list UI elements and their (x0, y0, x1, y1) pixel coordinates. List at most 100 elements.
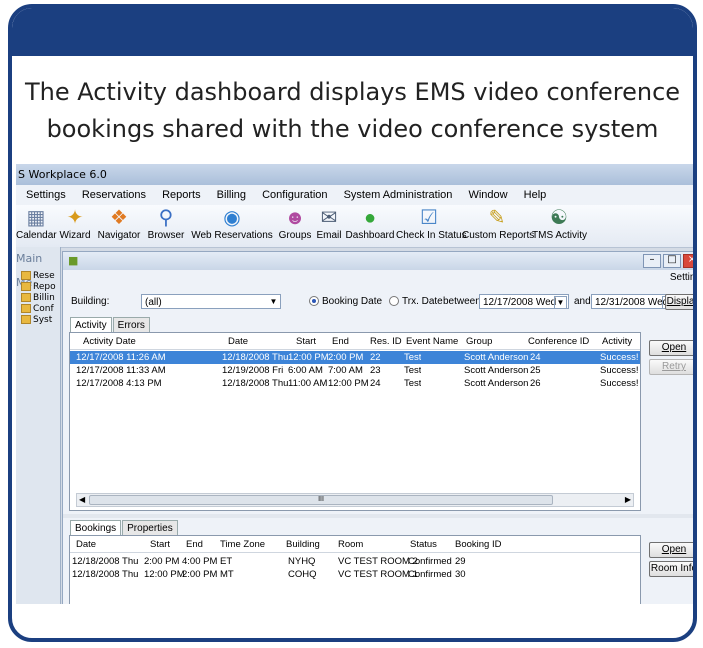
booking-open-button[interactable]: Open (649, 542, 693, 558)
menu-bar: Settings Reservations Reports Billing Co… (16, 185, 693, 205)
col-end[interactable]: End (332, 336, 349, 347)
menu-billing[interactable]: Billing (217, 189, 246, 201)
filter-bar: Building: (all) ▼ Booking Date Trx. Date… (71, 294, 693, 312)
col-building[interactable]: Building (286, 539, 320, 550)
building-label: Building: (71, 296, 110, 307)
activity-row[interactable]: 12/17/2008 4:13 PM 12/18/2008 Thu 11:00 … (70, 377, 640, 390)
menu-window[interactable]: Window (468, 189, 507, 201)
col-activity-date[interactable]: Activity Date (83, 336, 136, 347)
menu-reports[interactable]: Reports (162, 189, 201, 201)
slide-caption: The Activity dashboard displays EMS vide… (12, 74, 693, 148)
main-menu-item-reports[interactable]: Repo (21, 282, 60, 293)
envelope-icon: ✉ (320, 207, 338, 229)
from-date-picker[interactable]: 12/17/2008 Wed ▼ (479, 294, 569, 309)
minimize-button[interactable]: – (643, 254, 661, 268)
activity-open-button[interactable]: Open (649, 340, 693, 356)
main-toolbar: ▦ Calendar ✦ Wizard ❖ Navigator ⚲ Browse… (16, 205, 693, 248)
activity-retry-button[interactable]: Retry (649, 359, 693, 375)
folder-icon (21, 271, 31, 280)
toolbar-tms-activity-button[interactable]: ☯ TMS Activity (532, 205, 587, 247)
activity-grid-header: Activity Date Date Start End Res. ID Eve… (70, 333, 640, 350)
folder-icon (21, 282, 31, 291)
settings-link[interactable]: Setting (670, 272, 693, 283)
activity-row[interactable]: 12/17/2008 11:33 AM 12/19/2008 Fri 6:00 … (70, 364, 640, 377)
toolbar-check-in-status-button[interactable]: ☑ Check In Status (396, 205, 467, 247)
tab-bookings[interactable]: Bookings (70, 520, 122, 536)
trx-date-radio[interactable]: Trx. Date (389, 296, 443, 307)
activity-row[interactable]: 12/17/2008 11:26 AM 12/18/2008 Thu 12:00… (70, 351, 640, 364)
building-select[interactable]: (all) ▼ (141, 294, 281, 309)
scroll-left-arrow-icon[interactable]: ◀ (79, 494, 85, 506)
calendar-icon: ▦ (26, 207, 46, 229)
col-activity[interactable]: Activity (602, 336, 632, 347)
toolbar-custom-reports-button[interactable]: ✎ Custom Reports (462, 205, 534, 247)
col-start[interactable]: Start (296, 336, 316, 347)
toolbar-groups-button[interactable]: ☻ Groups (276, 205, 314, 247)
booking-date-radio[interactable]: Booking Date (309, 296, 382, 307)
scroll-right-arrow-icon[interactable]: ▶ (625, 494, 631, 506)
scroll-thumb[interactable]: III (89, 495, 553, 505)
bookings-grid: Date Start End Time Zone Building Room S… (69, 535, 641, 604)
toolbar-web-reservations-button[interactable]: ◉ Web Reservations (188, 205, 276, 247)
col-time-zone[interactable]: Time Zone (220, 539, 265, 550)
close-button[interactable]: × (683, 254, 693, 268)
checklist-icon: ☑ (420, 207, 438, 229)
child-title-bar: ■ – □ × (63, 252, 693, 270)
main-menu-panel: Main Me Rese Repo Billin Conf Syst (16, 247, 61, 604)
radio-selected-icon (309, 296, 319, 307)
tab-activity[interactable]: Activity (70, 317, 112, 333)
tab-errors[interactable]: Errors (112, 317, 150, 333)
booking-row[interactable]: 12/18/2008 Thu 2:00 PM 4:00 PM ET NYHQ V… (70, 555, 640, 568)
tms-activity-window: ■ –□× Setting Building: (all) ▼ Booking … (62, 251, 693, 604)
folder-icon (21, 315, 31, 324)
booking-row[interactable]: 12/18/2008 Thu 12:00 PM 2:00 PM MT COHQ … (70, 568, 640, 581)
slide-card: The Activity dashboard displays EMS vide… (8, 4, 697, 642)
tms-person-icon: ☯ (550, 207, 568, 229)
main-menu-item-system[interactable]: Syst (21, 315, 60, 326)
menu-system-administration[interactable]: System Administration (344, 189, 453, 201)
col-conference-id[interactable]: Conference ID (528, 336, 589, 347)
col-room[interactable]: Room (338, 539, 363, 550)
globe-icon: ◉ (223, 207, 241, 229)
col-status[interactable]: Status (410, 539, 437, 550)
toolbar-email-button[interactable]: ✉ Email (314, 205, 344, 247)
col-date[interactable]: Date (228, 336, 248, 347)
green-ball-icon: ● (363, 207, 377, 229)
caption-line-2: bookings shared with the video conferenc… (46, 115, 659, 143)
col-booking-id[interactable]: Booking ID (455, 539, 501, 550)
radio-icon (389, 296, 399, 307)
menu-help[interactable]: Help (524, 189, 547, 201)
tab-properties[interactable]: Properties (122, 520, 178, 536)
menu-settings[interactable]: Settings (26, 189, 66, 201)
toolbar-browser-button[interactable]: ⚲ Browser (144, 205, 188, 247)
and-label: and (574, 296, 591, 307)
app-title: S Workplace 6.0 (16, 164, 693, 185)
compass-icon: ❖ (110, 207, 128, 229)
col-date[interactable]: Date (76, 539, 96, 550)
col-group[interactable]: Group (466, 336, 492, 347)
menu-configuration[interactable]: Configuration (262, 189, 327, 201)
col-end[interactable]: End (186, 539, 203, 550)
display-button[interactable]: Display (665, 294, 693, 310)
col-event-name[interactable]: Event Name (406, 336, 458, 347)
col-res-id[interactable]: Res. ID (370, 336, 402, 347)
restore-button[interactable]: □ (663, 254, 681, 268)
col-start[interactable]: Start (150, 539, 170, 550)
pencil-icon: ✎ (488, 207, 506, 229)
toolbar-navigator-button[interactable]: ❖ Navigator (94, 205, 144, 247)
pane-splitter[interactable] (63, 514, 693, 518)
menu-reservations[interactable]: Reservations (82, 189, 146, 201)
room-info-button[interactable]: Room Info (649, 561, 693, 577)
main-menu-title: Main Me (16, 252, 43, 289)
activity-horizontal-scrollbar[interactable]: ◀ III ▶ (76, 493, 634, 507)
main-menu-item-configuration[interactable]: Conf (21, 304, 60, 315)
toolbar-wizard-button[interactable]: ✦ Wizard (56, 205, 94, 247)
ems-app-window: S Workplace 6.0 Settings Reservations Re… (16, 164, 693, 604)
folder-icon (21, 293, 31, 302)
chevron-down-icon: ▼ (554, 296, 567, 309)
main-menu-item-reservations[interactable]: Rese (21, 271, 60, 282)
main-menu-item-billing[interactable]: Billin (21, 293, 60, 304)
toolbar-calendar-button[interactable]: ▦ Calendar (16, 205, 57, 247)
toolbar-dashboard-button[interactable]: ● Dashboard (344, 205, 396, 247)
bookings-grid-header: Date Start End Time Zone Building Room S… (70, 536, 640, 553)
